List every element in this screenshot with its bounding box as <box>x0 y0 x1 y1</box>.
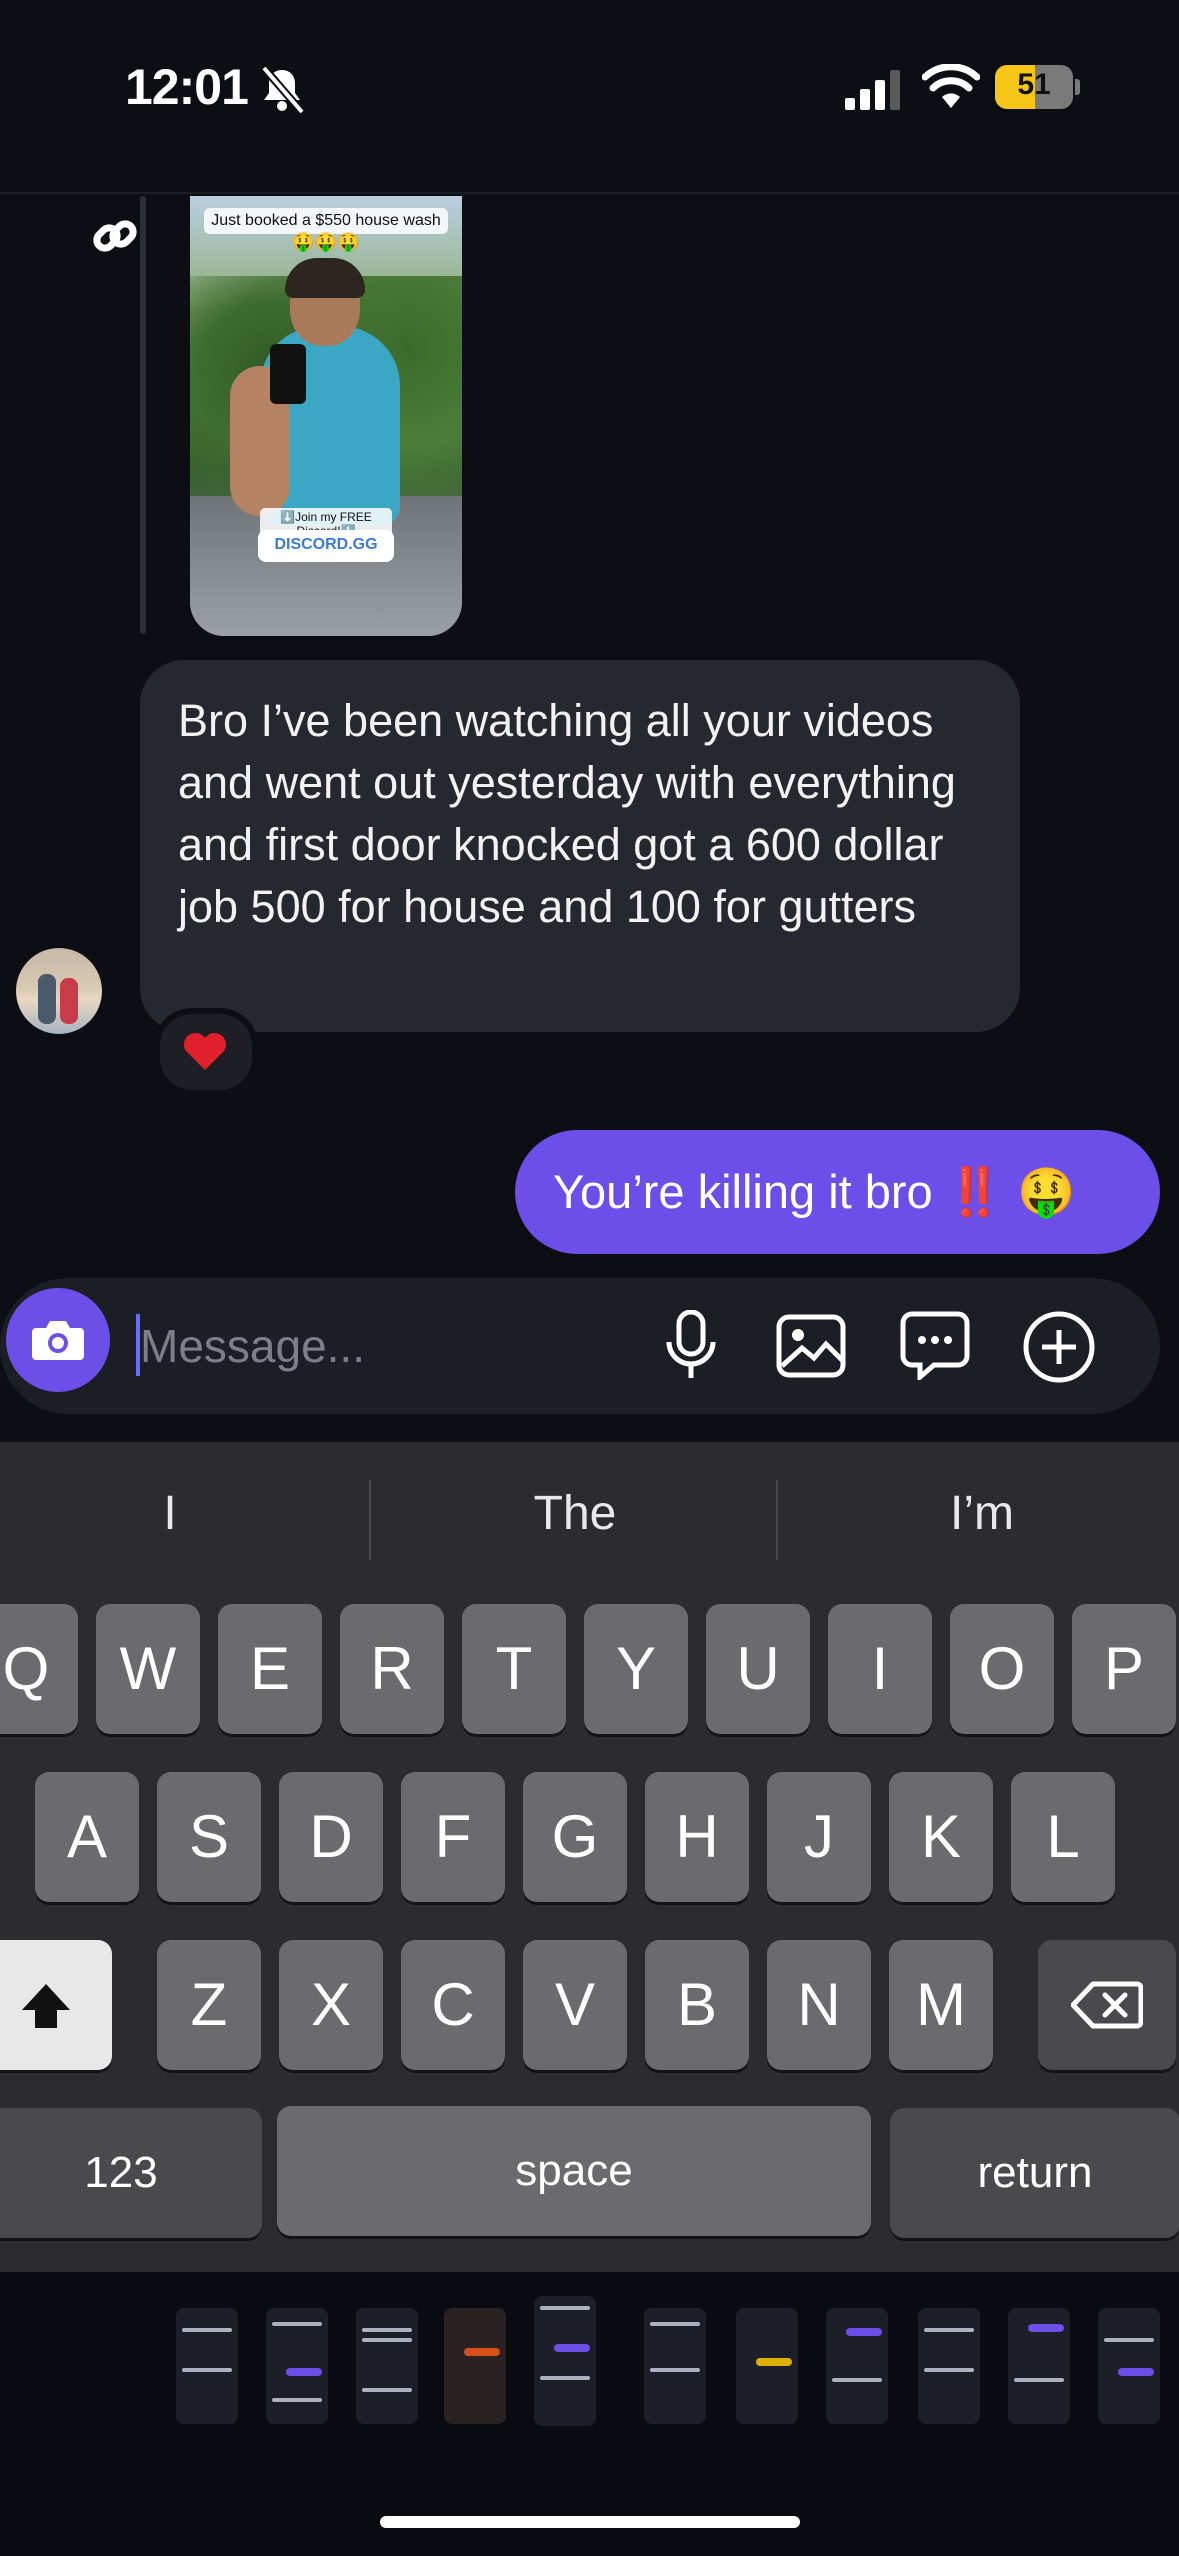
app-thumbnail[interactable] <box>1098 2308 1160 2424</box>
wifi-icon <box>922 64 980 108</box>
key-k[interactable]: K <box>889 1772 993 1902</box>
media-phone <box>270 344 306 404</box>
signal-icon <box>845 70 900 110</box>
suggestion-divider <box>776 1480 778 1560</box>
key-t[interactable]: T <box>462 1604 566 1734</box>
key-y[interactable]: Y <box>584 1604 688 1734</box>
app-thumbnail[interactable] <box>918 2308 980 2424</box>
header-divider <box>0 192 1179 194</box>
key-a[interactable]: A <box>35 1772 139 1902</box>
camera-icon <box>32 1321 84 1360</box>
key-o[interactable]: O <box>950 1604 1054 1734</box>
link-icon[interactable] <box>92 212 138 264</box>
suggestion-3[interactable]: I’m <box>792 1486 1172 1541</box>
sent-message-text: You’re killing it bro ‼️ 🤑 <box>553 1165 1076 1218</box>
key-c[interactable]: C <box>401 1940 505 2070</box>
key-r[interactable]: R <box>340 1604 444 1734</box>
key-m[interactable]: M <box>889 1940 993 2070</box>
key-h[interactable]: H <box>645 1772 749 1902</box>
media-discord-link: DISCORD.GG <box>258 530 394 562</box>
add-circle-icon[interactable] <box>1022 1310 1096 1384</box>
suggestion-1[interactable]: I <box>0 1486 360 1541</box>
home-indicator[interactable] <box>380 2516 800 2528</box>
app-thumbnail[interactable] <box>736 2308 798 2424</box>
app-thumbnail[interactable] <box>644 2308 706 2424</box>
key-x[interactable]: X <box>279 1940 383 2070</box>
key-d[interactable]: D <box>279 1772 383 1902</box>
keyboard: I The I’m Q W E R T Y U I O P A S D F G … <box>0 1442 1179 2272</box>
avatar-figure-2 <box>60 978 78 1024</box>
app-thumbnail[interactable] <box>534 2296 596 2426</box>
app-tray <box>0 2272 1179 2556</box>
suggestion-2[interactable]: The <box>385 1486 765 1541</box>
key-n[interactable]: N <box>767 1940 871 2070</box>
battery-icon: 51 <box>995 65 1080 109</box>
key-p[interactable]: P <box>1072 1604 1176 1734</box>
app-thumbnail[interactable] <box>444 2308 506 2424</box>
camera-button[interactable] <box>6 1288 110 1392</box>
sent-message-bubble[interactable]: You’re killing it bro ‼️ 🤑 <box>515 1130 1160 1254</box>
message-input[interactable] <box>140 1306 620 1386</box>
media-discord-text: DISCORD.GG <box>274 536 378 553</box>
key-v[interactable]: V <box>523 1940 627 2070</box>
key-f[interactable]: F <box>401 1772 505 1902</box>
app-thumbnail[interactable] <box>176 2308 238 2424</box>
bell-slash-icon <box>260 65 306 115</box>
key-l[interactable]: L <box>1011 1772 1115 1902</box>
avatar[interactable] <box>16 948 102 1034</box>
shift-key[interactable] <box>0 1940 112 2070</box>
battery-body: 51 <box>995 65 1073 109</box>
suggestion-divider <box>369 1480 371 1560</box>
delete-key[interactable] <box>1038 1940 1176 2070</box>
media-emojis: 🤑🤑🤑 <box>292 232 360 252</box>
battery-percent: 51 <box>1017 68 1051 101</box>
key-g[interactable]: G <box>523 1772 627 1902</box>
space-key[interactable]: space <box>277 2106 871 2236</box>
status-time: 12:01 <box>125 59 249 115</box>
key-z[interactable]: Z <box>157 1940 261 2070</box>
message-composer <box>0 1278 1160 1414</box>
reaction-badge[interactable] <box>154 1008 258 1096</box>
received-message-bubble[interactable]: Bro I’ve been watching all your videos a… <box>140 660 1020 1032</box>
key-w[interactable]: W <box>96 1604 200 1734</box>
app-thumbnail[interactable] <box>1008 2308 1070 2424</box>
battery-nub <box>1075 79 1080 95</box>
key-q[interactable]: Q <box>0 1604 78 1734</box>
received-message-text: Bro I’ve been watching all your videos a… <box>178 695 956 932</box>
key-u[interactable]: U <box>706 1604 810 1734</box>
app-thumbnail[interactable] <box>356 2308 418 2424</box>
return-key[interactable]: return <box>890 2108 1179 2238</box>
heart-icon <box>183 1032 227 1070</box>
key-b[interactable]: B <box>645 1940 749 2070</box>
shift-arrow-icon <box>22 1984 70 2028</box>
numbers-key[interactable]: 123 <box>0 2108 262 2238</box>
key-i[interactable]: I <box>828 1604 932 1734</box>
reply-line <box>140 196 146 634</box>
key-s[interactable]: S <box>157 1772 261 1902</box>
app-thumbnail[interactable] <box>266 2308 328 2424</box>
app-thumbnail[interactable] <box>826 2308 888 2424</box>
backspace-icon <box>1070 1981 1144 2029</box>
shared-video-thumbnail[interactable]: Just booked a $550 house wash 🤑🤑🤑 ⬇️Join… <box>190 196 462 636</box>
image-gallery-icon[interactable] <box>776 1314 846 1378</box>
key-j[interactable]: J <box>767 1772 871 1902</box>
avatar-figure-1 <box>38 974 56 1024</box>
media-caption: Just booked a $550 house wash <box>204 208 448 234</box>
chat-bubble-icon[interactable] <box>900 1310 970 1380</box>
microphone-icon[interactable] <box>664 1310 718 1382</box>
key-e[interactable]: E <box>218 1604 322 1734</box>
